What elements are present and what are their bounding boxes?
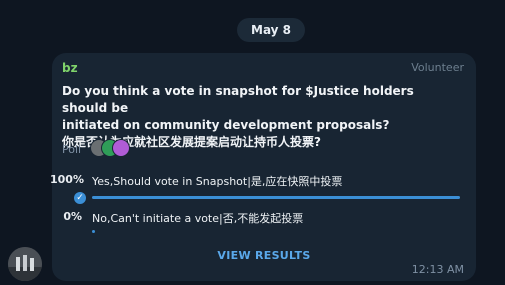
voter-avatar-icon	[112, 139, 130, 157]
poll-type-label: Poll	[62, 143, 82, 156]
option-percent: 100%	[50, 173, 84, 186]
message-timestamp: 12:13 AM	[411, 263, 464, 276]
sender-name[interactable]: bz	[62, 61, 78, 75]
option-result-fill	[92, 230, 95, 233]
option-result-bar	[92, 196, 460, 199]
poll-message-bubble: bz Volunteer Do you think a vote in snap…	[50, 53, 476, 281]
sender-avatar-image	[8, 247, 42, 281]
option-result-bar	[92, 230, 460, 233]
option-text: Yes,Should vote in Snapshot|是,应在快照中投票	[92, 175, 343, 188]
check-circle-icon: ✓	[74, 192, 86, 204]
date-separator: May 8	[237, 18, 306, 42]
poll-option[interactable]: 100% Yes,Should vote in Snapshot|是,应在快照中…	[50, 173, 476, 205]
option-percent: 0%	[63, 210, 82, 223]
view-results-button[interactable]: VIEW RESULTS	[52, 249, 476, 262]
poll-option[interactable]: 0% No,Can't initiate a vote|否,不能发起投票	[52, 210, 476, 238]
option-text: No,Can't initiate a vote|否,不能发起投票	[92, 212, 304, 225]
question-line: Do you think a vote in snapshot for $Jus…	[62, 84, 414, 115]
question-line: initiated on community development propo…	[62, 118, 390, 132]
sender-role: Volunteer	[411, 61, 464, 74]
option-result-fill	[92, 196, 460, 199]
sender-avatar[interactable]	[8, 247, 42, 281]
